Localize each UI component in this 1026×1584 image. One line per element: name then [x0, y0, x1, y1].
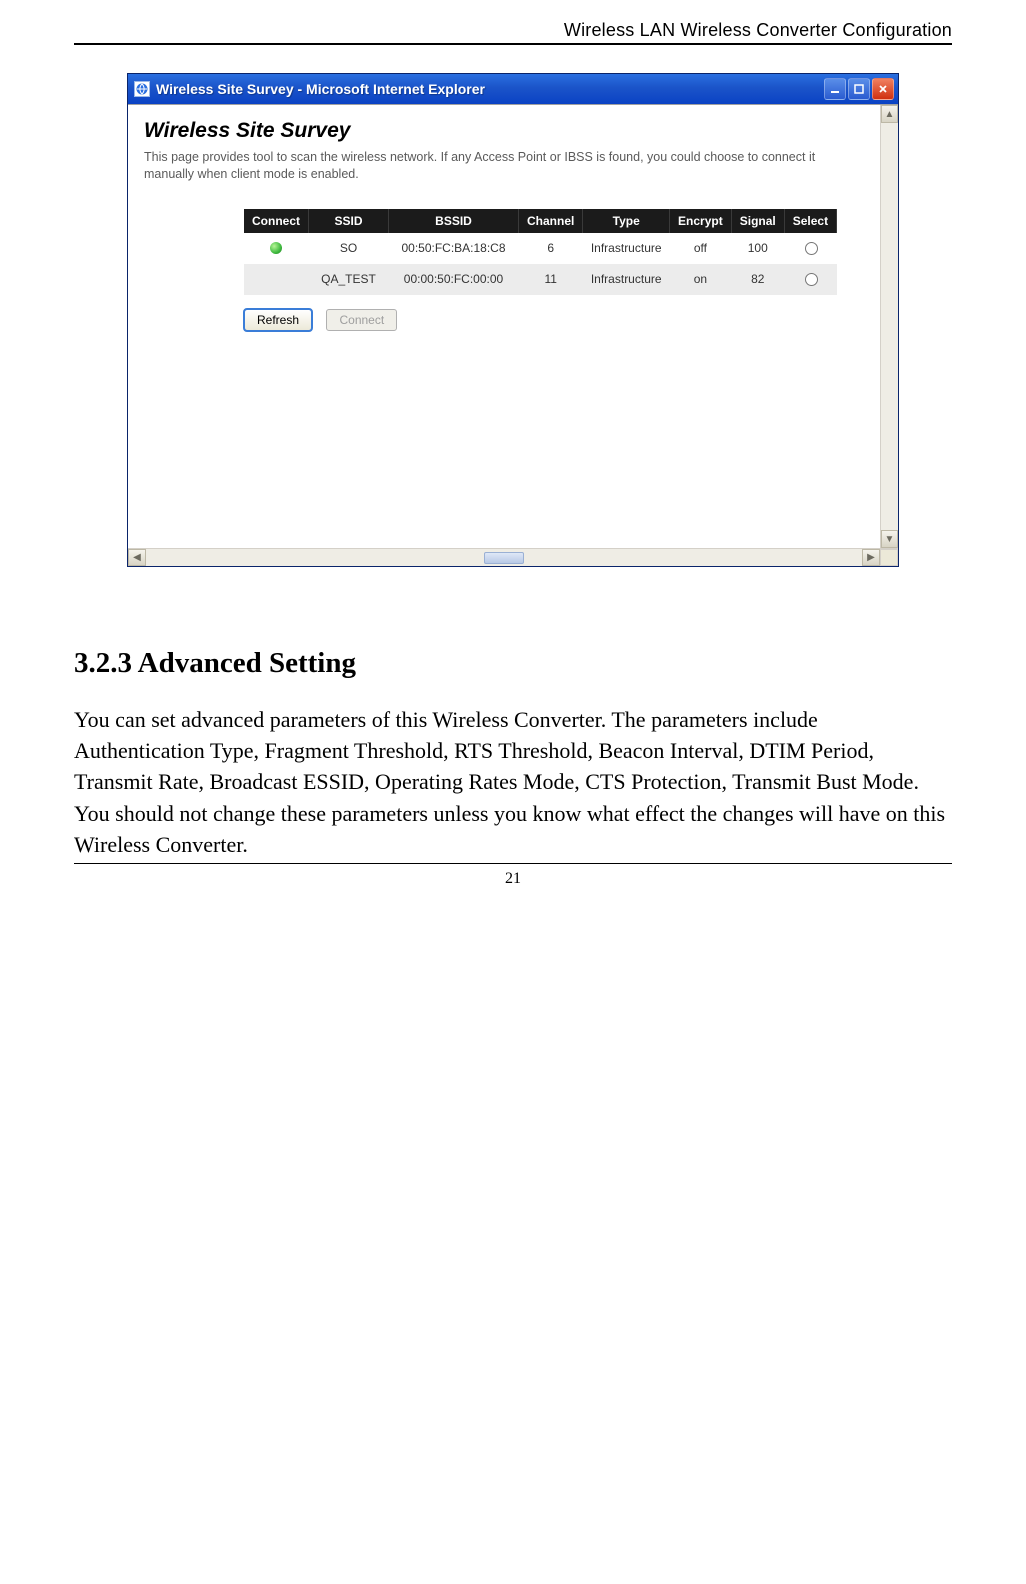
horizontal-scrollbar[interactable]: ◀ ▶: [128, 548, 898, 566]
cell-encrypt: off: [670, 233, 732, 264]
cell-ssid: QA_TEST: [309, 264, 389, 295]
select-radio[interactable]: [805, 242, 818, 255]
page-title: Wireless Site Survey: [144, 119, 864, 143]
window-titlebar: Wireless Site Survey - Microsoft Interne…: [128, 74, 898, 104]
page-description: This page provides tool to scan the wire…: [144, 149, 824, 183]
col-encrypt: Encrypt: [670, 209, 732, 233]
refresh-button[interactable]: Refresh: [244, 309, 312, 331]
connect-button[interactable]: Connect: [326, 309, 397, 331]
col-type: Type: [583, 209, 670, 233]
col-bssid: BSSID: [389, 209, 519, 233]
connected-icon: [270, 242, 282, 254]
cell-type: Infrastructure: [583, 264, 670, 295]
scroll-thumb[interactable]: [484, 552, 524, 564]
col-connect: Connect: [244, 209, 309, 233]
body-paragraph: You can set advanced parameters of this …: [74, 704, 952, 860]
close-button[interactable]: [872, 78, 894, 100]
table-row: QA_TEST 00:00:50:FC:00:00 11 Infrastruct…: [244, 264, 837, 295]
minimize-button[interactable]: [824, 78, 846, 100]
cell-signal: 82: [731, 264, 784, 295]
cell-encrypt: on: [670, 264, 732, 295]
select-radio[interactable]: [805, 273, 818, 286]
col-channel: Channel: [519, 209, 583, 233]
col-ssid: SSID: [309, 209, 389, 233]
cell-bssid: 00:00:50:FC:00:00: [389, 264, 519, 295]
vertical-scrollbar[interactable]: ▲ ▼: [880, 105, 898, 548]
col-signal: Signal: [731, 209, 784, 233]
col-select: Select: [784, 209, 836, 233]
survey-table: Connect SSID BSSID Channel Type Encrypt …: [244, 209, 837, 295]
section-heading: 3.2.3 Advanced Setting: [74, 647, 952, 680]
window-title: Wireless Site Survey - Microsoft Interne…: [156, 81, 485, 97]
scroll-up-icon[interactable]: ▲: [881, 105, 898, 123]
cell-channel: 6: [519, 233, 583, 264]
cell-signal: 100: [731, 233, 784, 264]
cell-bssid: 00:50:FC:BA:18:C8: [389, 233, 519, 264]
scroll-right-icon[interactable]: ▶: [862, 549, 880, 566]
cell-channel: 11: [519, 264, 583, 295]
maximize-button[interactable]: [848, 78, 870, 100]
browser-window: Wireless Site Survey - Microsoft Interne…: [127, 73, 899, 567]
cell-type: Infrastructure: [583, 233, 670, 264]
scroll-left-icon[interactable]: ◀: [128, 549, 146, 566]
ie-icon: [134, 81, 150, 97]
page-number: 21: [0, 863, 1026, 888]
cell-ssid: SO: [309, 233, 389, 264]
running-header: Wireless LAN Wireless Converter Configur…: [74, 20, 952, 45]
table-row: SO 00:50:FC:BA:18:C8 6 Infrastructure of…: [244, 233, 837, 264]
scroll-down-icon[interactable]: ▼: [881, 530, 898, 548]
